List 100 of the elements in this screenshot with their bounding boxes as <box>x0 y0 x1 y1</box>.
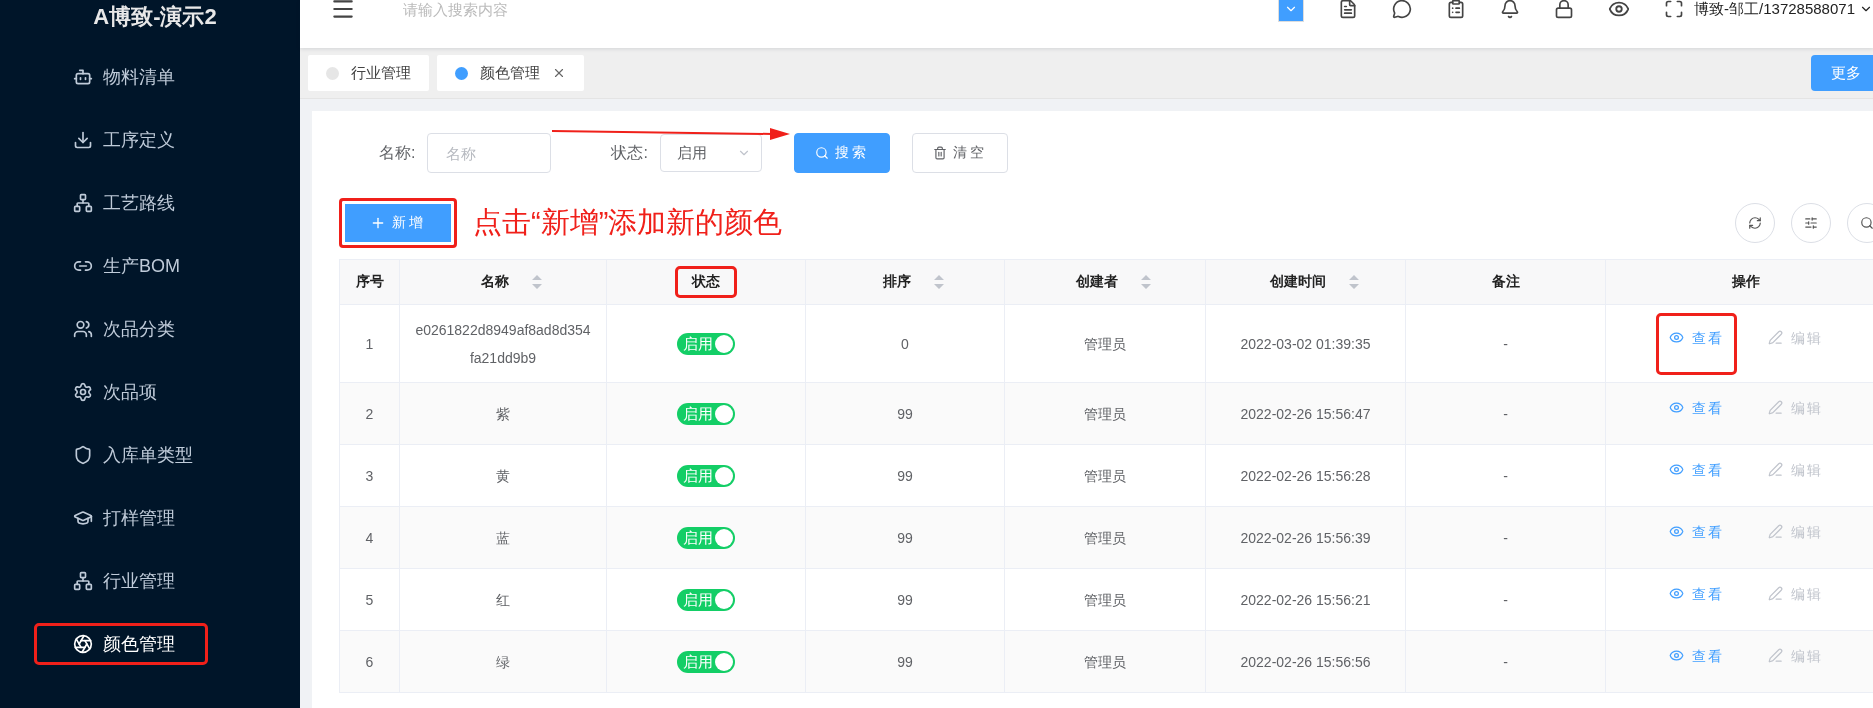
filter-label: 名称: <box>379 142 416 163</box>
table-cell: 紫 <box>400 383 607 445</box>
menu-item-icon <box>73 319 93 339</box>
table-cell: 6 <box>340 631 400 693</box>
name-field[interactable]: 名称 <box>427 133 552 173</box>
column-title: 状态 <box>675 266 737 298</box>
table-cell: 1 <box>340 305 400 383</box>
table-cell: 3 <box>340 445 400 507</box>
table-cell: 管理员 <box>1005 305 1206 383</box>
tab-dot <box>455 66 468 80</box>
table-cell: 99 <box>806 631 1005 693</box>
chat-icon[interactable] <box>1392 0 1413 19</box>
table-cell: 0 <box>806 305 1005 383</box>
eye-icon <box>1668 400 1684 415</box>
menu-item-icon <box>73 193 93 213</box>
annotation-text: 点击“新增”添加新的颜色 <box>473 205 783 240</box>
menu-item-icon <box>73 130 93 150</box>
table-cell: 99 <box>806 569 1005 631</box>
status-switch[interactable]: 启用 <box>677 464 735 487</box>
eye-icon <box>1668 648 1684 663</box>
sidebar-item[interactable]: 生产BOM <box>34 245 213 287</box>
lock-icon[interactable] <box>1554 0 1575 19</box>
sidebar-item[interactable]: 次品分类 <box>34 308 208 350</box>
view-link[interactable]: 查看 <box>1655 630 1737 693</box>
status-switch[interactable]: 启用 <box>677 650 735 673</box>
table-cell: - <box>1406 631 1606 693</box>
pencil-icon <box>1767 648 1783 663</box>
table-cell: - <box>1406 569 1606 631</box>
add-button[interactable]: 新增 <box>339 198 457 248</box>
table-cell: 红 <box>400 569 607 631</box>
column-title: 备注 <box>1490 272 1521 291</box>
filter-label: 状态: <box>611 142 648 163</box>
sidebar-item[interactable]: 入库单类型 <box>34 434 226 476</box>
refresh-button[interactable] <box>1735 203 1775 243</box>
pencil-icon <box>1767 586 1783 601</box>
table-cell: - <box>1406 507 1606 569</box>
pencil-icon <box>1767 462 1783 477</box>
table-cell: 管理员 <box>1005 631 1206 693</box>
bell-icon[interactable] <box>1500 0 1521 19</box>
table-cell: 99 <box>806 445 1005 507</box>
header-search-field[interactable]: 请输入搜索内容 <box>401 0 705 19</box>
more-button[interactable]: 更多 <box>1811 55 1873 91</box>
plus-icon <box>370 215 386 231</box>
pencil-icon <box>1767 330 1783 345</box>
menu-item-icon <box>73 634 93 654</box>
sidebar-item[interactable]: 颜色管理 <box>34 623 208 665</box>
view-link[interactable]: 查看 <box>1655 506 1737 569</box>
sidebar-item[interactable]: 工艺路线 <box>34 182 208 224</box>
clipboard-icon[interactable] <box>1446 0 1467 19</box>
search-icon <box>814 146 829 160</box>
status-switch[interactable]: 启用 <box>677 526 735 549</box>
table-cell: 2022-02-26 15:56:21 <box>1206 569 1406 631</box>
user-menu[interactable]: 博致-邹工/13728588071 <box>1694 0 1873 19</box>
sidebar-item[interactable]: 工序定义 <box>34 119 208 161</box>
view-link[interactable]: 查看 <box>1655 444 1737 507</box>
table-cell: 黄 <box>400 445 607 507</box>
view-link[interactable]: 查看 <box>1655 382 1737 445</box>
table-cell: - <box>1406 305 1606 383</box>
pencil-icon <box>1767 400 1783 415</box>
status-select[interactable]: 启用 <box>659 134 762 172</box>
dropdown-icon[interactable] <box>1278 0 1305 22</box>
column-title: 创建时间 <box>1268 272 1327 291</box>
menu-item-icon <box>73 571 93 591</box>
column-title: 排序 <box>882 272 912 291</box>
app-title: A博致-演示2 <box>92 3 218 31</box>
eye-icon <box>1668 330 1684 345</box>
view-link[interactable]: 查看 <box>1655 312 1737 375</box>
column-title: 名称 <box>480 272 510 291</box>
document-icon[interactable] <box>1338 0 1359 19</box>
search-button[interactable]: 搜索 <box>793 133 890 173</box>
eye-icon <box>1668 586 1684 601</box>
fullscreen-icon[interactable] <box>1664 0 1685 19</box>
eye-icon <box>1668 462 1684 477</box>
clear-button[interactable]: 清空 <box>911 133 1008 173</box>
sidebar-item[interactable]: 次品项 <box>34 371 190 413</box>
table-cell: 99 <box>806 383 1005 445</box>
close-icon[interactable] <box>552 66 566 80</box>
status-switch[interactable]: 启用 <box>677 588 735 611</box>
sidebar-item[interactable]: 物料清单 <box>34 56 208 98</box>
menu-item-icon <box>73 445 93 465</box>
view-link[interactable]: 查看 <box>1655 568 1737 631</box>
table-cell: 蓝 <box>400 507 607 569</box>
table-cell: 管理员 <box>1005 445 1206 507</box>
page-tab[interactable]: 行业管理 <box>308 55 429 91</box>
column-title: 创建者 <box>1075 272 1119 291</box>
page-tab[interactable]: 颜色管理 <box>437 55 584 91</box>
table-cell: 管理员 <box>1005 569 1206 631</box>
table-cell: e0261822d8949af8ad8d354fa21dd9b9 <box>400 305 607 383</box>
column-title: 序号 <box>354 272 385 291</box>
table-cell: 99 <box>806 507 1005 569</box>
sidebar-item[interactable]: 行业管理 <box>34 560 208 602</box>
menu-item-icon <box>73 508 93 528</box>
table-cell: 5 <box>340 569 400 631</box>
trash-icon <box>932 146 947 160</box>
table-cell: 管理员 <box>1005 383 1206 445</box>
sidebar-item[interactable]: 打样管理 <box>34 497 208 539</box>
status-switch[interactable]: 启用 <box>677 402 735 425</box>
table-cell: 2022-02-26 15:56:47 <box>1206 383 1406 445</box>
status-switch[interactable]: 启用 <box>677 332 735 355</box>
search-icon <box>1860 216 1873 230</box>
